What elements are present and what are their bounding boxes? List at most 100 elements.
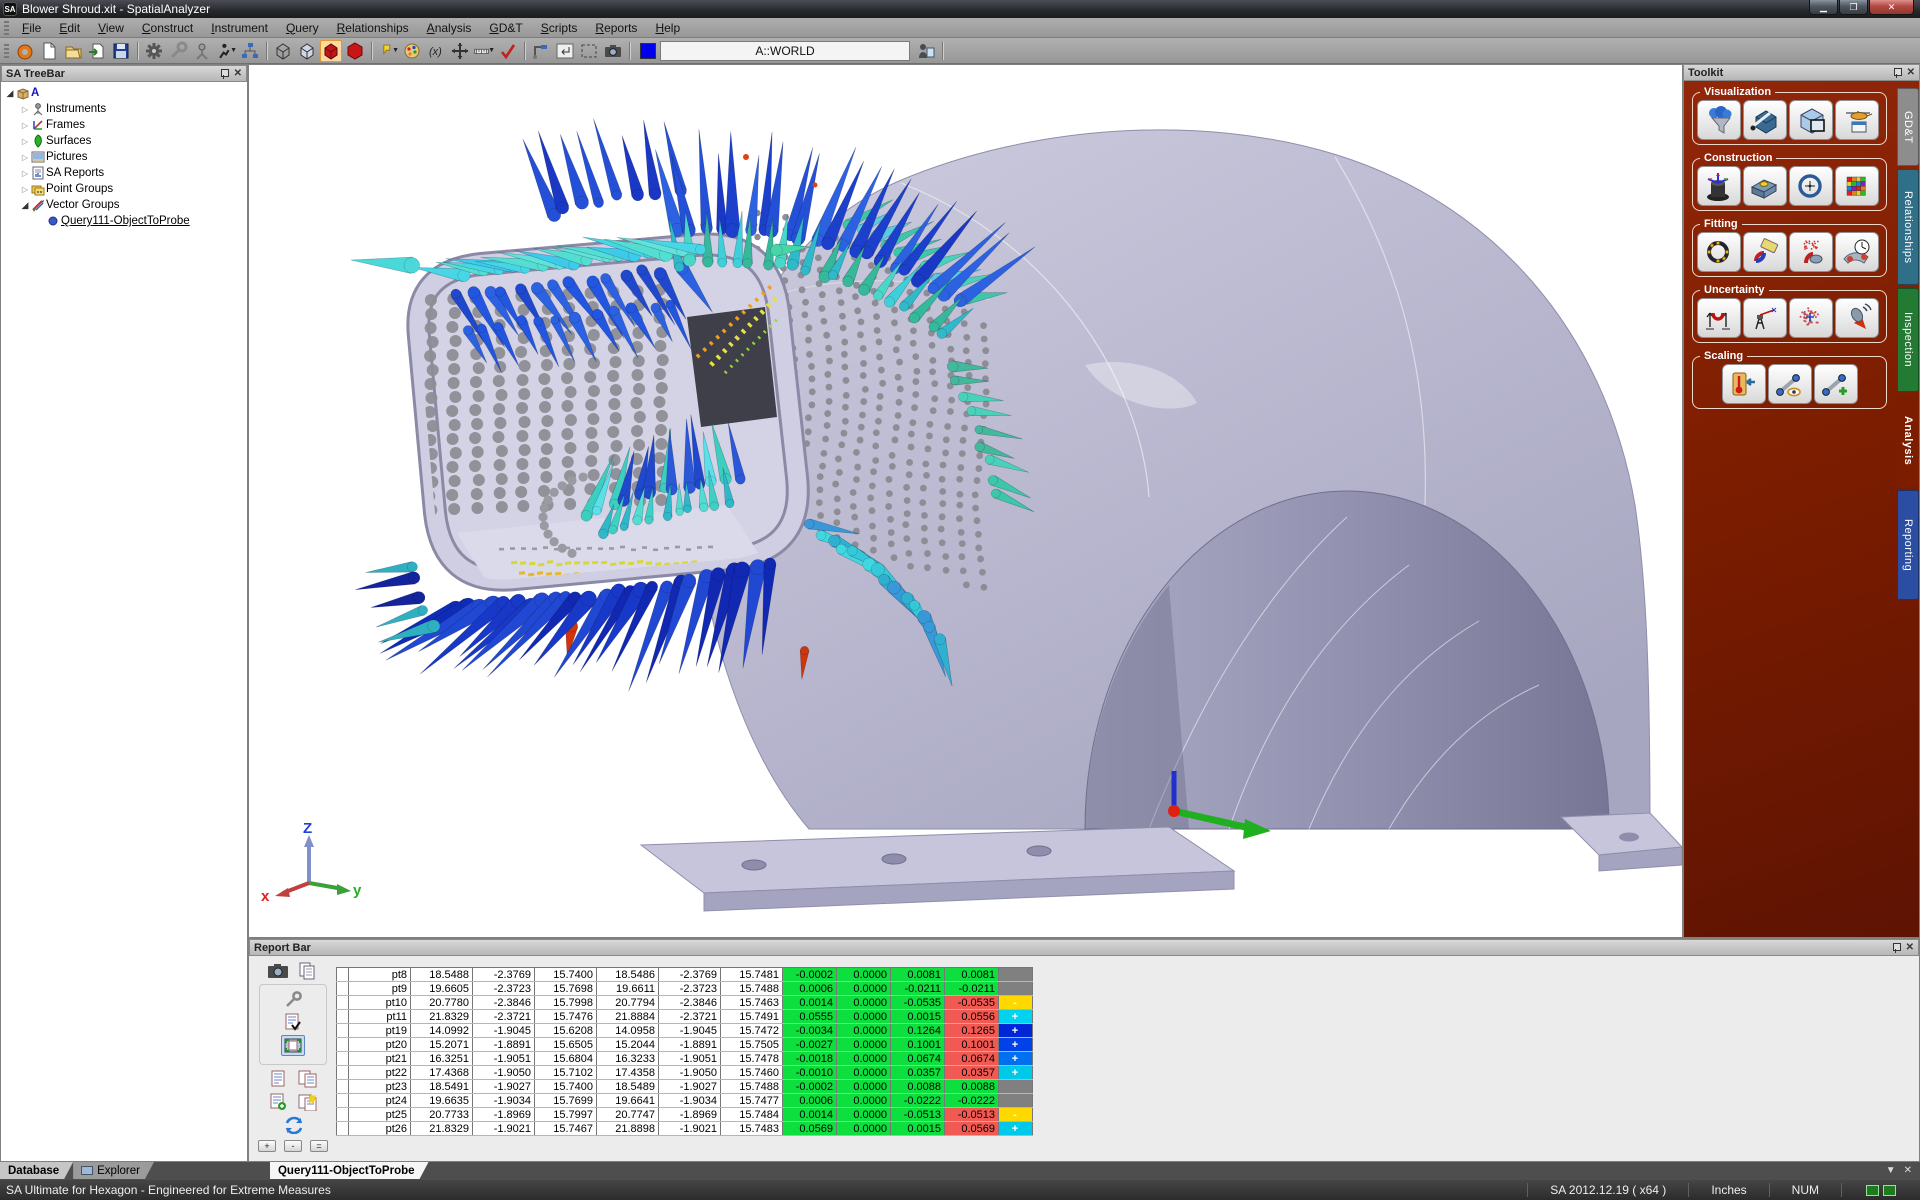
table-row[interactable]: pt818.5488-2.376915.740018.5486-2.376915… xyxy=(337,968,1033,982)
relationship-node-icon[interactable] xyxy=(530,40,552,62)
minimize-button[interactable]: ▁ xyxy=(1809,0,1838,15)
report-bar-close-icon[interactable]: ✕ xyxy=(1906,942,1914,953)
tab-query111-objecttoprobe[interactable]: Query111-ObjectToProbe xyxy=(270,1162,429,1179)
wrench-icon[interactable] xyxy=(282,989,304,1008)
toolbar-drag-grip[interactable] xyxy=(4,44,9,58)
tree-expander[interactable]: ▷ xyxy=(20,105,30,114)
cube-iso-icon[interactable] xyxy=(296,40,318,62)
table-row[interactable]: pt2116.3251-1.905115.680416.3233-1.90511… xyxy=(337,1052,1033,1066)
title-bar[interactable]: SA Blower Shroud.xit - SpatialAnalyzer ▁… xyxy=(0,0,1920,18)
working-color-swatch[interactable] xyxy=(640,43,656,59)
cube-wireframe-icon[interactable] xyxy=(272,40,294,62)
menu-edit[interactable]: Edit xyxy=(50,19,89,37)
settings-gear-icon[interactable] xyxy=(143,40,165,62)
report-bar-pin-icon[interactable] xyxy=(1892,943,1900,953)
side-tab-inspection[interactable]: Inspection xyxy=(1897,288,1919,392)
side-tab-analysis[interactable]: Analysis xyxy=(1897,395,1919,487)
menu-analysis[interactable]: Analysis xyxy=(418,19,481,37)
color-cube-button[interactable] xyxy=(1835,166,1879,206)
instrument-add-icon[interactable] xyxy=(191,40,213,62)
usmn-field-button[interactable] xyxy=(1697,298,1741,338)
copy-icon[interactable] xyxy=(297,961,319,980)
tree-item-pictures[interactable]: ▷Pictures xyxy=(1,149,247,165)
table-row[interactable]: pt2015.2071-1.889115.650515.2044-1.88911… xyxy=(337,1038,1033,1052)
frame-report-icon[interactable] xyxy=(915,40,937,62)
network-connect-icon[interactable] xyxy=(239,40,261,62)
camera-icon[interactable] xyxy=(267,961,289,980)
camera-capture-icon[interactable] xyxy=(602,40,624,62)
table-row[interactable]: pt2621.8329-1.902115.746721.8898-1.90211… xyxy=(337,1122,1033,1136)
selection-box-icon[interactable] xyxy=(578,40,600,62)
save-file-icon[interactable] xyxy=(110,40,132,62)
tree-item-query111-objecttoprobe[interactable]: Query111-ObjectToProbe xyxy=(1,213,247,229)
function-x-icon[interactable]: (x) xyxy=(425,40,447,62)
wrench-tools-icon[interactable] xyxy=(167,40,189,62)
side-tab-relationships[interactable]: Relationships xyxy=(1897,169,1919,285)
tree-item-sa-reports[interactable]: ▷SA Reports xyxy=(1,165,247,181)
table-row[interactable]: pt2318.5491-1.902715.740018.5489-1.90271… xyxy=(337,1080,1033,1094)
color-palette-icon[interactable] xyxy=(401,40,423,62)
import-file-icon[interactable] xyxy=(86,40,108,62)
view-zoom-box-button[interactable] xyxy=(1789,100,1833,140)
table-row[interactable]: pt2217.4368-1.905015.710217.4358-1.90501… xyxy=(337,1066,1033,1080)
report-add-icon[interactable] xyxy=(267,1092,289,1111)
tree-expander[interactable]: ▷ xyxy=(20,153,30,162)
check-mark-icon[interactable] xyxy=(497,40,519,62)
table-row[interactable]: pt919.6605-2.372315.769819.6611-2.372315… xyxy=(337,982,1033,996)
viewport-3d[interactable]: Zyx xyxy=(248,64,1683,938)
menu-help[interactable]: Help xyxy=(646,19,689,37)
restore-button[interactable]: ❐ xyxy=(1839,0,1868,15)
tree-item-frames[interactable]: ▷Frames xyxy=(1,117,247,133)
point-uncertainty-button[interactable] xyxy=(1789,298,1833,338)
refresh-icon[interactable] xyxy=(282,1115,304,1134)
sa-home-icon[interactable] xyxy=(14,40,36,62)
hexagon-red-icon[interactable] xyxy=(344,40,366,62)
clipping-plane-button[interactable] xyxy=(1743,100,1787,140)
treebar-close-icon[interactable]: ✕ xyxy=(234,68,242,79)
temperature-scale-button[interactable] xyxy=(1722,364,1766,404)
cloud-filter-button[interactable] xyxy=(1697,100,1741,140)
reports-stack-icon[interactable] xyxy=(297,1069,319,1088)
run-interface-icon[interactable]: ▼ xyxy=(215,40,237,62)
report-check-icon[interactable] xyxy=(282,1012,304,1031)
surface-fit-gauge-button[interactable] xyxy=(1835,232,1879,272)
tree-expander[interactable]: ▷ xyxy=(20,185,30,194)
side-tab-gdt[interactable]: GD&T xyxy=(1897,88,1919,166)
scale-bar-check-button[interactable] xyxy=(1768,364,1812,404)
vector-report-table[interactable]: pt818.5488-2.376915.740018.5486-2.376915… xyxy=(336,967,1033,1136)
cube-red-icon[interactable] xyxy=(320,40,342,62)
table-row[interactable]: pt1914.0992-1.904515.620814.0958-1.90451… xyxy=(337,1024,1033,1038)
enter-key-icon[interactable] xyxy=(554,40,576,62)
tab-explorer[interactable]: Explorer xyxy=(73,1162,154,1179)
status-units[interactable]: Inches xyxy=(1688,1183,1768,1197)
report-zoom-fit-button[interactable]: = xyxy=(310,1140,328,1152)
reports-copy-icon[interactable] xyxy=(297,1092,319,1111)
menu-instrument[interactable]: Instrument xyxy=(202,19,277,37)
table-row[interactable]: pt2419.6635-1.903415.769919.6641-1.90341… xyxy=(337,1094,1033,1108)
dimension-tool-icon[interactable]: ▼ xyxy=(473,40,495,62)
tree-item-vector-groups[interactable]: ◢Vector Groups xyxy=(1,197,247,213)
menu-file[interactable]: File xyxy=(13,19,50,37)
instrument-uncertainty-button[interactable] xyxy=(1743,298,1787,338)
tab-close-icon[interactable]: ✕ xyxy=(1904,1165,1912,1176)
side-tab-reporting[interactable]: Reporting xyxy=(1897,490,1919,600)
tree-item-instruments[interactable]: ▷Instruments xyxy=(1,101,247,117)
tree-item-point-groups[interactable]: ▷Point Groups xyxy=(1,181,247,197)
table-row[interactable]: pt1121.8329-2.372115.747621.8884-2.37211… xyxy=(337,1010,1033,1024)
point-on-surface-button[interactable] xyxy=(1743,166,1787,206)
open-file-icon[interactable] xyxy=(62,40,84,62)
tree-expander[interactable]: ◢ xyxy=(5,88,15,99)
toolkit-pin-icon[interactable] xyxy=(1893,68,1901,78)
frame-wizard-button[interactable] xyxy=(1697,166,1741,206)
toolkit-close-icon[interactable]: ✕ xyxy=(1907,67,1915,78)
menu-gdt[interactable]: GD&T xyxy=(480,19,531,37)
tree-expander[interactable]: ▷ xyxy=(20,121,30,130)
table-row[interactable]: pt1020.7780-2.384615.799820.7794-2.38461… xyxy=(337,996,1033,1010)
move-cross-icon[interactable] xyxy=(449,40,471,62)
tab-database[interactable]: Database xyxy=(0,1162,73,1179)
cloud-fit-button[interactable] xyxy=(1789,232,1833,272)
report-zoom-in-button[interactable]: + xyxy=(258,1140,276,1152)
treebar-pin-icon[interactable] xyxy=(220,69,228,79)
table-row[interactable]: pt2520.7733-1.896915.799720.7747-1.89691… xyxy=(337,1108,1033,1122)
tree-expander[interactable]: ▷ xyxy=(20,137,30,146)
